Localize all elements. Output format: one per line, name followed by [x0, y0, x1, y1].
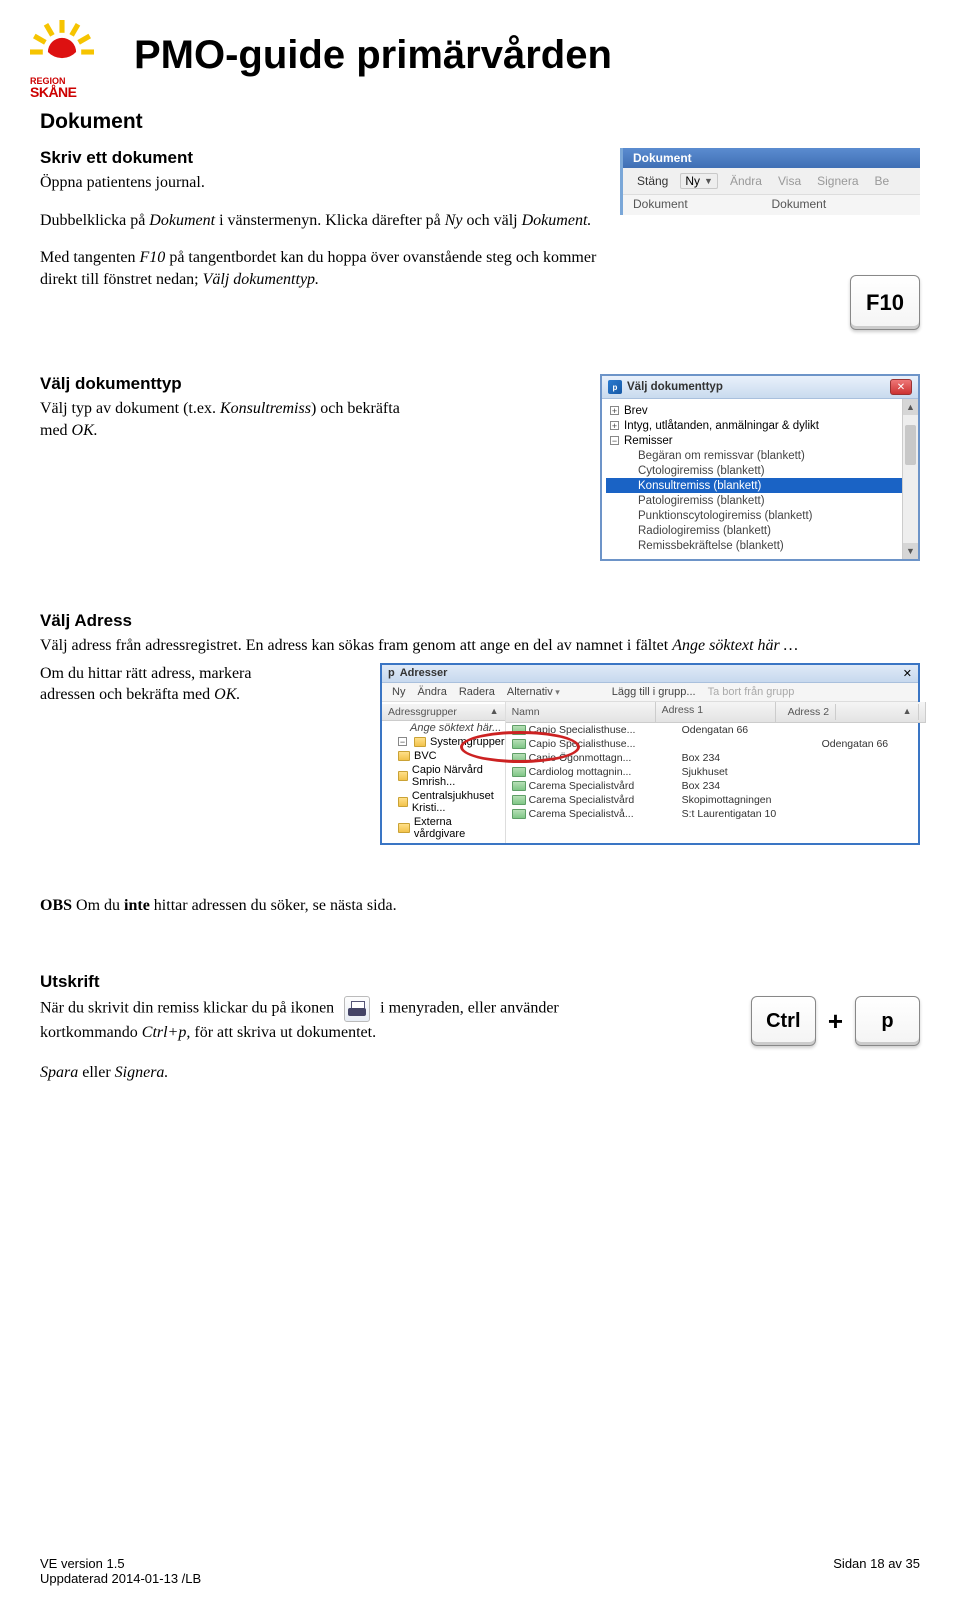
- addr-menu-laggtill[interactable]: Lägg till i grupp...: [612, 686, 696, 698]
- print-icon[interactable]: [344, 996, 370, 1022]
- addr-title: Adresser: [400, 667, 448, 679]
- tree-body[interactable]: ▲▼ +Brev+Intyg, utlåtanden, anmälningar …: [602, 399, 918, 559]
- addr-left-pane[interactable]: Adressgrupper▲ Ange söktext här...−Syste…: [382, 702, 506, 843]
- p-spara-signera: Spara eller Signera.: [40, 1062, 920, 1084]
- btn-ny[interactable]: Ny▼: [680, 173, 718, 189]
- toolbar-cols: DokumentDokument: [623, 195, 920, 215]
- addr-menu-alt[interactable]: Alternativ: [507, 686, 560, 698]
- tree-node[interactable]: Punktionscytologiremiss (blankett): [606, 508, 914, 523]
- p-f10-shortcut: Med tangenten F10 på tangentbordet kan d…: [40, 247, 600, 290]
- addr-right-pane[interactable]: Namn Adress 1 Adress 2▲ Capio Specialist…: [506, 702, 926, 843]
- address-window: p Adresser ✕ Ny Ändra Radera Alternativ L…: [380, 663, 920, 845]
- btn-be[interactable]: Be: [871, 172, 894, 190]
- addr-left-item[interactable]: Ange söktext här...: [382, 721, 505, 735]
- toolbar-title: Dokument: [623, 148, 920, 168]
- logo-skane-text: SKÅNE: [30, 84, 77, 100]
- addr-menu-tabort[interactable]: Ta bort från grupp: [708, 686, 795, 698]
- tree-node[interactable]: Patologiremiss (blankett): [606, 493, 914, 508]
- pmo-icon: p: [608, 380, 622, 394]
- close-icon[interactable]: ✕: [890, 379, 912, 395]
- tree-window: p Välj dokumenttyp ✕ ▲▼ +Brev+Intyg, utlå…: [600, 374, 920, 561]
- footer-updated: Uppdaterad 2014-01-13 /LB: [40, 1571, 201, 1586]
- tree-node[interactable]: −Remisser: [606, 433, 914, 448]
- addr-menubar: Ny Ändra Radera Alternativ Lägg till i g…: [382, 683, 918, 702]
- footer-page: Sidan 18 av 35: [833, 1556, 920, 1586]
- btn-andra[interactable]: Ändra: [726, 172, 766, 190]
- btn-signera[interactable]: Signera: [813, 172, 862, 190]
- btn-visa[interactable]: Visa: [774, 172, 805, 190]
- addr-menu-andra[interactable]: Ändra: [417, 686, 446, 698]
- utskrift-heading: Utskrift: [40, 972, 920, 992]
- tree-title: Välj dokumenttyp: [627, 381, 723, 393]
- addr-menu-radera[interactable]: Radera: [459, 686, 495, 698]
- tree-node[interactable]: Cytologiremiss (blankett): [606, 463, 914, 478]
- p-key-icon: p: [855, 996, 920, 1046]
- dokument-heading: Dokument: [40, 110, 920, 134]
- f10-key-icon: F10: [850, 275, 920, 330]
- addr-left-item[interactable]: BVC: [382, 749, 505, 763]
- p-adressregister: Välj adress från adressregistret. En adr…: [40, 635, 920, 657]
- addr-row[interactable]: Capio Specialisthuse...Odengatan 66: [506, 723, 926, 737]
- btn-stang[interactable]: Stäng: [633, 172, 672, 190]
- p-dubbelklicka: Dubbelklicka på Dokument i vänstermenyn.…: [40, 210, 600, 232]
- skriv-ett-dokument-heading: Skriv ett dokument: [40, 148, 600, 168]
- toolbar-screenshot: Dokument Stäng Ny▼ Ändra Visa Signera Be…: [620, 148, 920, 215]
- obs-note: OBS Om du inte hittar adressen du söker,…: [40, 895, 920, 917]
- addr-left-item[interactable]: Capio Närvård Smrish...: [382, 763, 505, 789]
- doc-title: PMO-guide primärvården: [134, 33, 612, 78]
- tree-node[interactable]: Begäran om remissvar (blankett): [606, 448, 914, 463]
- valj-dokumenttyp-heading: Välj dokumenttyp: [40, 374, 420, 394]
- addr-row[interactable]: Carema SpecialistvårdSkopimottagningen: [506, 793, 926, 807]
- p-hittar-ratt: Om du hittar rätt adress, markera adress…: [40, 663, 270, 706]
- addr-row[interactable]: Capio Ögonmottagn...Box 234: [506, 751, 926, 765]
- addr-menu-ny[interactable]: Ny: [392, 686, 405, 698]
- close-icon[interactable]: ✕: [903, 667, 912, 680]
- addr-row[interactable]: Capio Specialisthuse...Odengatan 66: [506, 737, 926, 751]
- valj-adress-heading: Välj Adress: [40, 611, 920, 631]
- ctrl-key-icon: Ctrl: [751, 996, 816, 1046]
- p-valj-typ: Välj typ av dokument (t.ex. Konsultremis…: [40, 398, 420, 441]
- addr-left-item[interactable]: Centralsjukhuset Kristi...: [382, 789, 505, 815]
- region-skane-logo: REGION SKÅNE: [30, 20, 94, 84]
- tree-node[interactable]: Radiologiremiss (blankett): [606, 523, 914, 538]
- tree-node[interactable]: Remissbekräftelse (blankett): [606, 538, 914, 553]
- tree-node[interactable]: +Brev: [606, 403, 914, 418]
- addr-row[interactable]: Carema SpecialistvårdBox 234: [506, 779, 926, 793]
- footer-version: VE version 1.5: [40, 1556, 201, 1571]
- addr-left-item[interactable]: Externa vårdgivare: [382, 815, 505, 841]
- ctrl-p-keys: Ctrl + p: [751, 996, 920, 1046]
- tree-node[interactable]: Konsultremiss (blankett): [606, 478, 914, 493]
- pmo-icon: p: [388, 667, 395, 679]
- p-utskrift: När du skrivit din remiss klickar du på …: [40, 996, 600, 1044]
- addr-row[interactable]: Cardiolog mottagnin...Sjukhuset: [506, 765, 926, 779]
- toolbar-buttons: Stäng Ny▼ Ändra Visa Signera Be: [623, 168, 920, 195]
- addr-left-item[interactable]: −Systemgrupper: [382, 735, 505, 749]
- tree-node[interactable]: +Intyg, utlåtanden, anmälningar & dylikt: [606, 418, 914, 433]
- addr-row[interactable]: Carema Specialistvå...S:t Laurentigatan …: [506, 807, 926, 821]
- page-header: REGION SKÅNE PMO-guide primärvården: [0, 0, 960, 84]
- plus-symbol: +: [828, 1006, 843, 1037]
- page-footer: VE version 1.5 Uppdaterad 2014-01-13 /LB…: [40, 1556, 920, 1586]
- p-open-journal: Öppna patientens journal.: [40, 172, 600, 194]
